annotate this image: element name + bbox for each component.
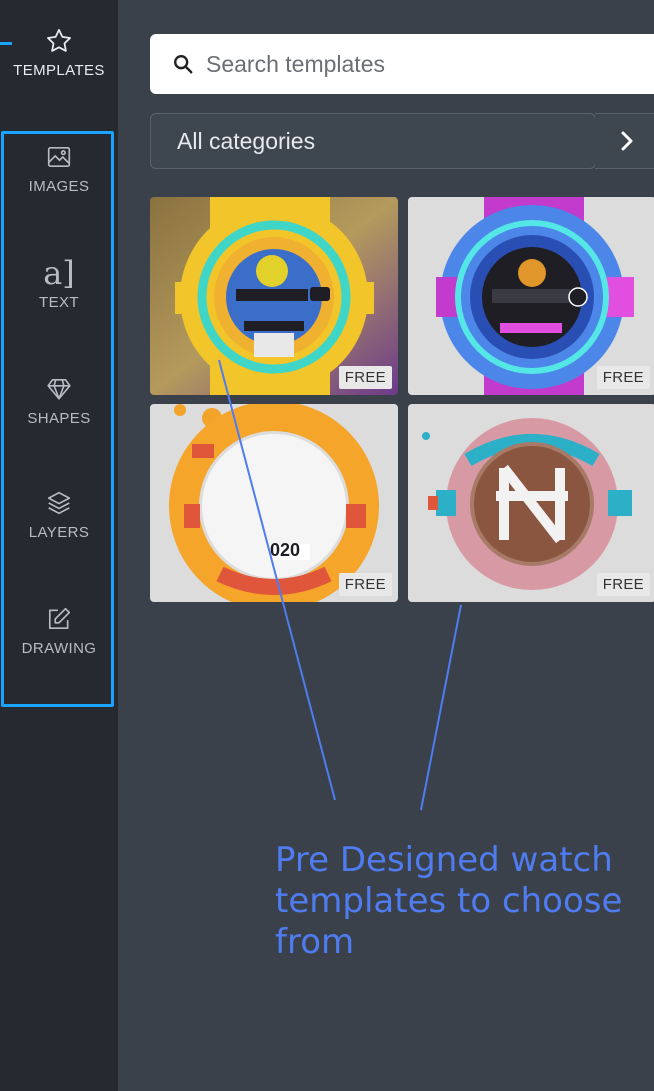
annotation-text: Pre Designed watch templates to choose f… [275, 840, 623, 962]
annotation-line [218, 359, 336, 801]
annotation-line [420, 604, 462, 811]
app-window: TEMPLATES IMAGES a] TEXT SHAPES LAYERS D… [0, 0, 654, 1091]
